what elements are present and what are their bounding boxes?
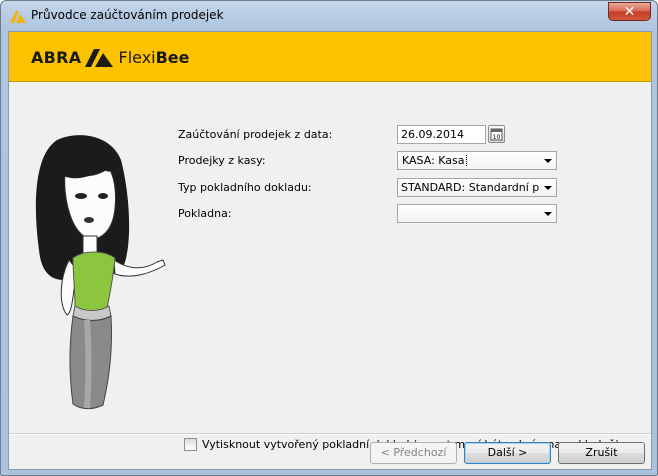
cash-register-value-wrap: KASA: Kasa (401, 154, 539, 167)
abra-logo-icon (10, 11, 26, 23)
brand-flexi-text: Flexi (118, 47, 156, 67)
brand-abra-text: ABRA (31, 47, 82, 67)
calendar-button[interactable]: 10 (488, 125, 505, 143)
chevron-down-icon (544, 186, 552, 190)
doc-type-select[interactable]: STANDARD: Standardní p... (397, 178, 557, 197)
chevron-down-icon (544, 159, 552, 163)
window-title: Průvodce zaúčtováním prodejek (31, 8, 224, 22)
calendar-day-text: 10 (493, 134, 501, 141)
doc-type-label: Typ pokladního dokladu: (178, 181, 312, 194)
cashbox-label: Pokladna: (178, 207, 232, 220)
chevron-down-icon (544, 212, 552, 216)
next-button[interactable]: Další > (464, 442, 551, 464)
date-label: Zaúčtování prodejek z data: (178, 128, 333, 141)
mascot-illustration (35, 135, 166, 410)
previous-button[interactable]: < Předchozí (370, 442, 457, 464)
cash-register-value: KASA: Kasa (401, 154, 467, 167)
cashbox-select[interactable] (397, 204, 557, 223)
cash-register-label: Prodejky z kasy: (178, 154, 266, 167)
cancel-button[interactable]: Zrušit (558, 442, 645, 464)
wizard-page: Zaúčtování prodejek z data: 26.09.2014 1… (9, 82, 651, 451)
doc-type-value: STANDARD: Standardní p... (401, 181, 539, 194)
date-value: 26.09.2014 (401, 128, 464, 141)
button-separator (9, 433, 651, 435)
cash-register-select[interactable]: KASA: Kasa (397, 151, 557, 170)
close-button[interactable]: ✕ (608, 2, 651, 21)
wizard-window: Průvodce zaúčtováním prodejek ✕ ABRA Fle… (0, 0, 658, 476)
abra-mountain-icon (85, 49, 114, 67)
date-input[interactable]: 26.09.2014 (397, 125, 486, 144)
title-bar[interactable]: Průvodce zaúčtováním prodejek ✕ (1, 1, 657, 31)
print-checkbox[interactable] (184, 438, 197, 451)
brand-bee-text: Bee (155, 47, 190, 67)
calendar-icon: 10 (490, 128, 503, 141)
brand-logo: ABRA Flexi Bee (31, 46, 190, 68)
brand-banner: ABRA Flexi Bee (9, 32, 651, 82)
wizard-client-area: ABRA Flexi Bee Zaúčtování prodejek z dat… (8, 31, 652, 470)
